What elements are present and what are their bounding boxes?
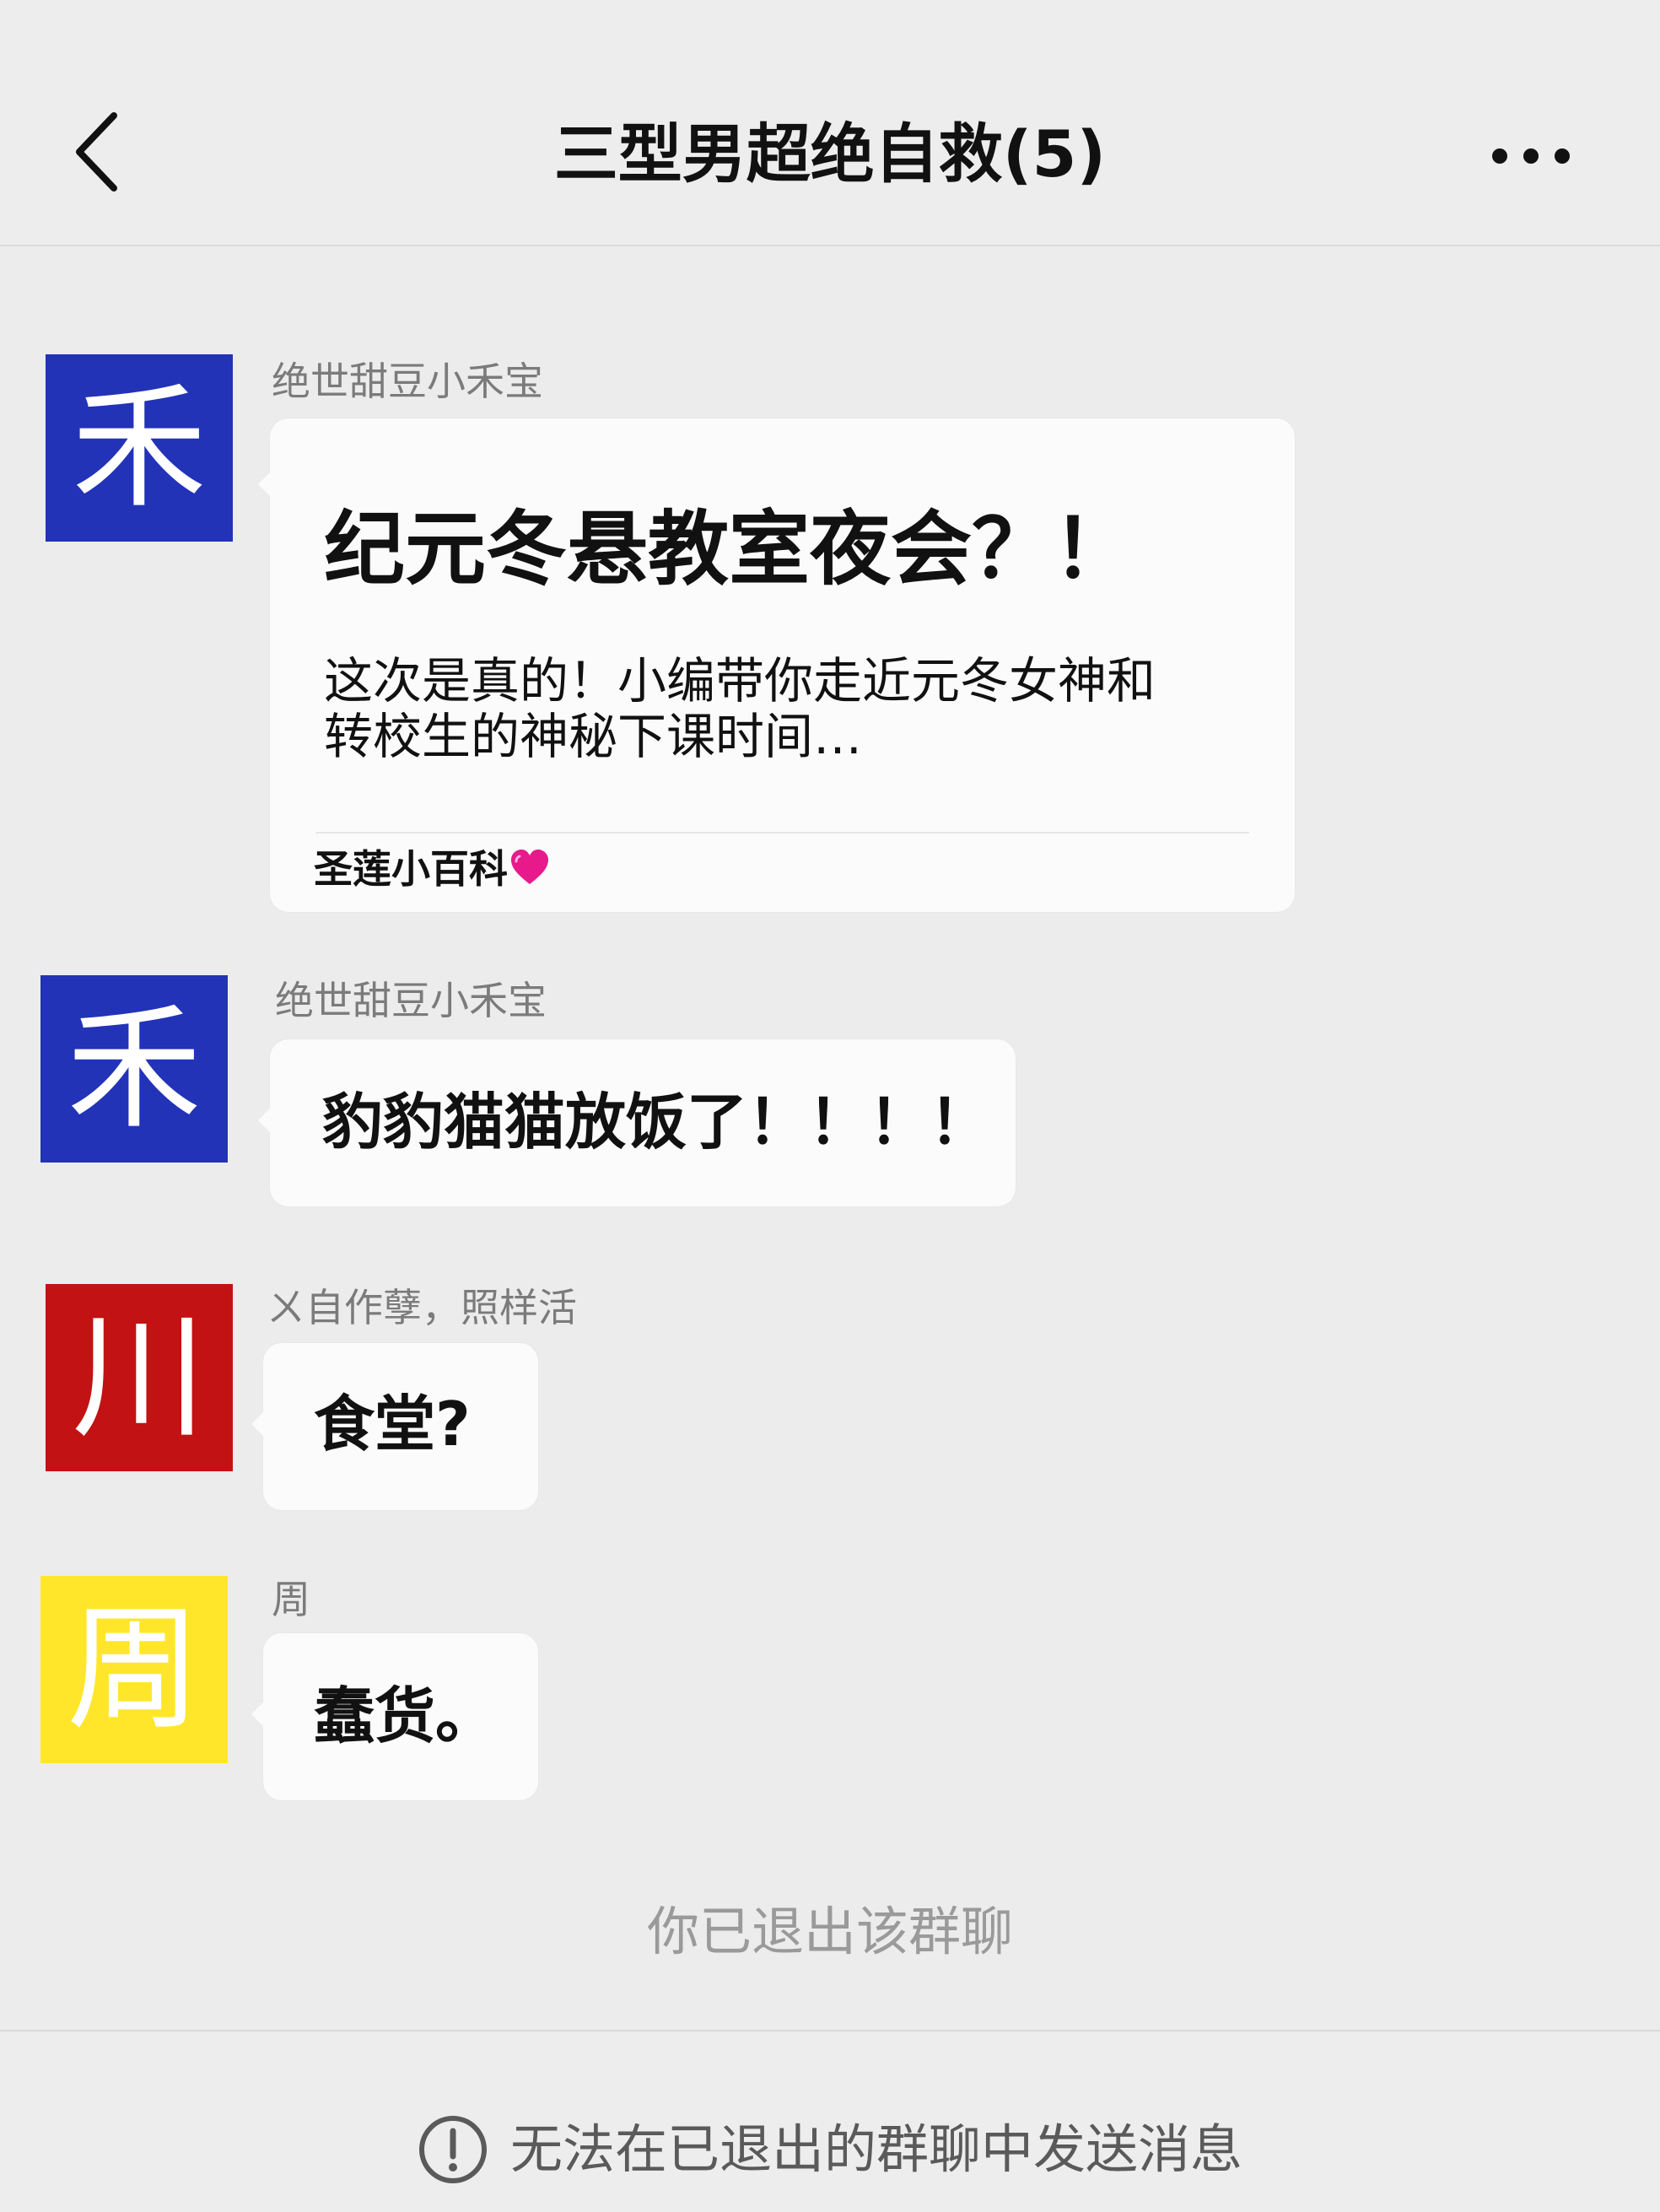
avatar[interactable]: 禾	[40, 975, 228, 1163]
heart-icon	[509, 845, 550, 899]
chat-header: 三型男超绝自救(5)	[0, 0, 1660, 246]
card-description: 这次是真的！小编带你走近元冬女神和转校生的神秘下课时间…	[324, 652, 1156, 765]
text-message[interactable]: 豹豹猫猫放饭了！！！！	[258, 1039, 1016, 1206]
link-card-message[interactable]: 纪元冬悬教室夜会？！ 这次是真的！小编带你走近元冬女神和转校生的神秘下课时间… …	[258, 418, 1295, 912]
footer-bar: 无法在已退出的群聊中发送消息	[0, 2031, 1660, 2212]
card-source-label: 圣莲小百科	[314, 846, 508, 892]
sender-name: 周	[272, 1577, 310, 1622]
sender-name: 绝世甜豆小禾宝	[272, 359, 543, 404]
more-button[interactable]	[1485, 127, 1577, 186]
card-divider	[315, 832, 1249, 834]
chat-title: 三型男超绝自救(5)	[553, 116, 1107, 192]
avatar[interactable]: 禾	[46, 354, 233, 542]
sender-name: ㄨ自作孽，照样活	[267, 1285, 577, 1330]
text-message[interactable]: 蠢货。	[251, 1633, 538, 1800]
message-text: 食堂?	[314, 1389, 471, 1459]
footer-notice: 无法在已退出的群聊中发送消息	[509, 2118, 1242, 2180]
more-dots-icon	[1492, 148, 1570, 164]
message-text: 豹豹猫猫放饭了！！！！	[322, 1087, 991, 1157]
message-text: 蠢货。	[314, 1681, 497, 1751]
system-notice: 你已退出该群聊	[646, 1901, 1013, 1962]
text-message[interactable]: 食堂?	[251, 1343, 538, 1510]
warning-circle-icon	[418, 2116, 487, 2183]
card-title: 纪元冬悬教室夜会？！	[324, 502, 1134, 596]
sender-name: 绝世甜豆小禾宝	[275, 978, 547, 1023]
avatar[interactable]: 周	[40, 1576, 228, 1763]
avatar[interactable]: 川	[46, 1284, 233, 1471]
card-source: 圣莲小百科	[314, 842, 550, 899]
